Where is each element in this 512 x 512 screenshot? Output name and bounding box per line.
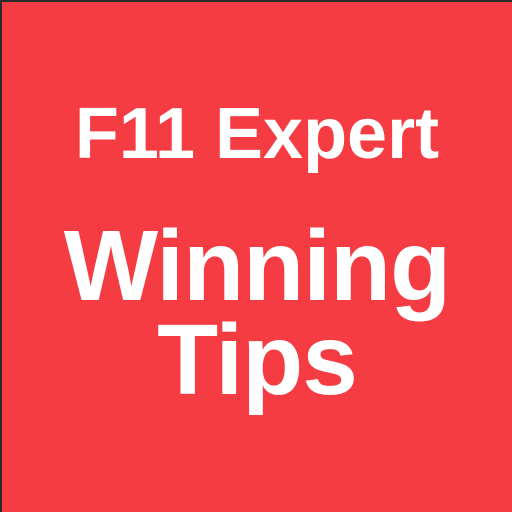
- app-icon-tile: F11 Expert Winning Tips: [0, 0, 512, 512]
- title-line-2: Winning: [63, 210, 451, 322]
- title-line-1: F11 Expert: [74, 94, 440, 174]
- title-line-3: Tips: [157, 304, 358, 416]
